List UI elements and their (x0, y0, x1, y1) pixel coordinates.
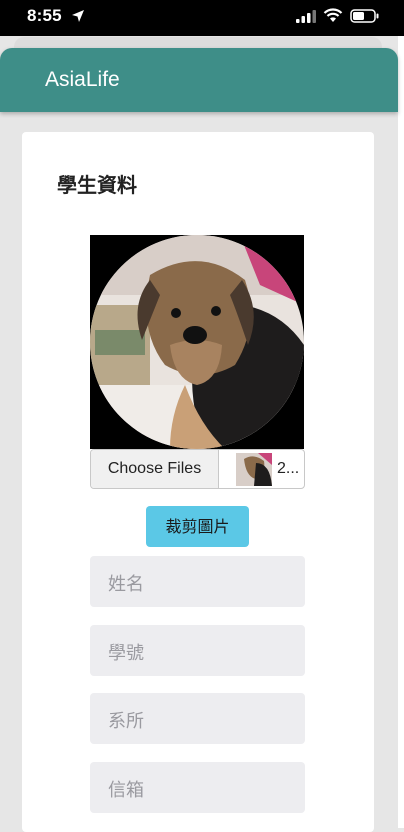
student-info-card: 學生資料 Choose Files 2... 裁剪圖片 姓名 學號 系所 信箱 (22, 132, 374, 832)
file-input[interactable]: Choose Files 2... (90, 449, 305, 489)
email-field[interactable]: 信箱 (90, 762, 305, 813)
app-title: AsiaLife (45, 68, 120, 91)
status-time: 8:55 (27, 6, 62, 25)
file-name: 2... (277, 460, 300, 477)
battery-icon (350, 9, 379, 23)
student-id-placeholder: 學號 (108, 643, 144, 664)
cellular-signal-icon (296, 10, 316, 23)
department-placeholder: 系所 (108, 711, 144, 732)
file-thumbnail-image (236, 453, 272, 486)
wifi-icon (323, 8, 343, 22)
app-header: AsiaLife (0, 48, 398, 112)
name-placeholder: 姓名 (108, 574, 144, 595)
choose-files-button[interactable]: Choose Files (91, 450, 219, 488)
crop-image-button[interactable]: 裁剪圖片 (146, 506, 249, 547)
location-arrow-icon (72, 10, 84, 22)
name-field[interactable]: 姓名 (90, 556, 305, 607)
status-bar: 8:55 (0, 0, 404, 36)
avatar-preview[interactable] (90, 235, 304, 449)
student-id-field[interactable]: 學號 (90, 625, 305, 676)
page-edge (398, 36, 404, 828)
email-placeholder: 信箱 (108, 780, 144, 801)
page-title: 學生資料 (57, 173, 137, 197)
department-field[interactable]: 系所 (90, 693, 305, 744)
dog-photo-image (90, 235, 304, 449)
